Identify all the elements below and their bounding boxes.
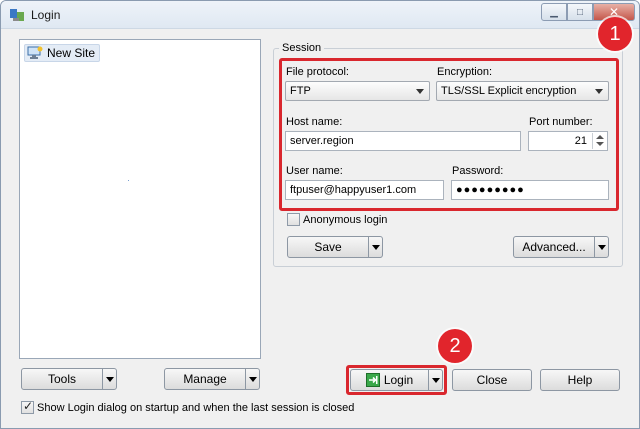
maximize-icon[interactable]: □: [567, 3, 593, 21]
session-fields-highlight: [279, 58, 619, 211]
tools-dropdown-icon[interactable]: [102, 369, 116, 389]
title-bar: Login ▁ □ ✕: [1, 1, 639, 29]
tools-button[interactable]: Tools: [21, 368, 117, 390]
anonymous-login-checkbox[interactable]: [287, 213, 300, 226]
callout-badge-1: 1: [598, 17, 632, 51]
winscp-app-icon: [10, 9, 24, 21]
session-group-label: Session: [279, 42, 325, 54]
login-dialog: Login ▁ □ ✕ New Site Session File protoc…: [0, 0, 640, 429]
save-button-label: Save: [314, 240, 342, 254]
advanced-button-label: Advanced...: [522, 240, 586, 254]
show-login-checkbox[interactable]: [21, 399, 34, 414]
callout-badge-2: 2: [438, 329, 472, 363]
save-button[interactable]: Save: [287, 236, 383, 258]
save-dropdown-icon[interactable]: [368, 237, 382, 257]
close-button[interactable]: Close: [452, 369, 532, 391]
site-tree[interactable]: New Site: [19, 39, 261, 359]
anonymous-login-row[interactable]: Anonymous login: [287, 213, 387, 226]
tools-button-label: Tools: [47, 372, 76, 386]
manage-dropdown-icon[interactable]: [245, 369, 259, 389]
window-title: Login: [31, 8, 61, 22]
advanced-button[interactable]: Advanced...: [513, 236, 609, 258]
help-button[interactable]: Help: [540, 369, 620, 391]
advanced-dropdown-icon[interactable]: [594, 237, 608, 257]
show-login-label: Show Login dialog on startup and when th…: [37, 401, 355, 414]
tree-item-new-site[interactable]: New Site: [24, 44, 101, 62]
login-button-highlight: [346, 365, 447, 395]
tree-placeholder-dot: [128, 180, 129, 181]
tree-item-label: New Site: [47, 46, 96, 60]
minimize-icon[interactable]: ▁: [541, 3, 567, 21]
show-login-row[interactable]: Show Login dialog on startup and when th…: [21, 399, 355, 414]
anonymous-login-label: Anonymous login: [303, 213, 388, 226]
manage-button-label: Manage: [183, 372, 227, 386]
new-site-icon: [27, 46, 43, 59]
manage-button[interactable]: Manage: [164, 368, 260, 390]
